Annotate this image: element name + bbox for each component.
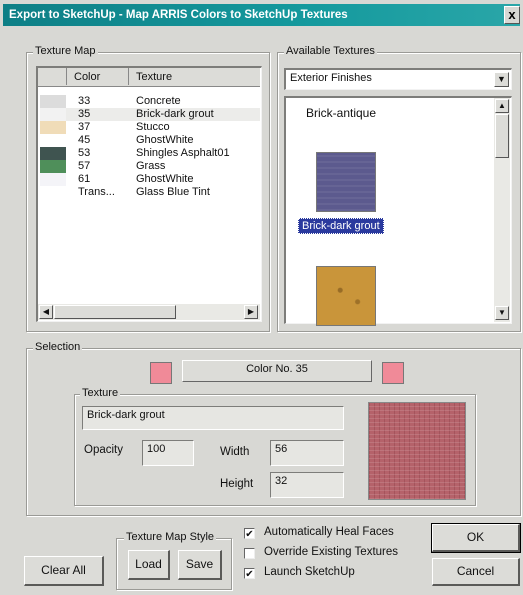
list-header: Color Texture	[38, 68, 260, 87]
texture-category-select[interactable]: Exterior Finishes ▼	[284, 68, 512, 90]
width-field[interactable]: 56	[270, 440, 344, 466]
texture-name-cell: Concrete	[136, 95, 181, 107]
table-row[interactable]: 57 Grass	[40, 160, 260, 173]
color-swatch	[40, 160, 66, 173]
column-divider	[128, 68, 129, 85]
color-swatch	[40, 173, 66, 186]
texture-name-cell: Brick-dark grout	[136, 108, 214, 120]
texture-name-cell: Grass	[136, 160, 166, 172]
texture-thumbnail-stucco[interactable]	[316, 266, 376, 326]
options-group: ✔ Automatically Heal Faces Override Exis…	[242, 526, 428, 586]
vscroll-thumb[interactable]	[495, 114, 509, 158]
chevron-down-icon[interactable]: ▼	[494, 72, 509, 87]
dialog-window: Export to SketchUp - Map ARRIS Colors to…	[0, 0, 523, 595]
texture-map-legend: Texture Map	[33, 45, 98, 57]
scroll-left-icon[interactable]: ◀	[39, 305, 53, 319]
width-value: 56	[275, 443, 288, 455]
texture-name-cell: Stucco	[136, 121, 170, 133]
load-button[interactable]: Load	[128, 550, 170, 580]
texture-category-value: Exterior Finishes	[290, 72, 372, 84]
table-row[interactable]: 35 Brick-dark grout	[40, 108, 260, 121]
color-number-label: Color No. 35	[246, 363, 308, 375]
table-row[interactable]: 37 Stucco	[40, 121, 260, 134]
selection-legend: Selection	[33, 341, 83, 353]
color-number-cell: 53	[78, 147, 91, 159]
clear-all-button[interactable]: Clear All	[24, 556, 104, 586]
available-textures-legend: Available Textures	[284, 45, 377, 57]
opacity-label: Opacity	[84, 444, 123, 456]
height-value: 32	[275, 475, 288, 487]
table-row[interactable]: 53 Shingles Asphalt01	[40, 147, 260, 160]
texture-legend: Texture	[80, 387, 121, 399]
title-bar[interactable]: Export to SketchUp - Map ARRIS Colors to…	[3, 4, 520, 26]
table-row[interactable]: 45 GhostWhite	[40, 134, 260, 147]
color-number-cell: 57	[78, 160, 91, 172]
height-field[interactable]: 32	[270, 472, 344, 498]
swatch-column-header[interactable]	[38, 68, 67, 85]
override-textures-checkbox[interactable]	[244, 548, 255, 559]
scroll-down-icon[interactable]: ▼	[495, 306, 509, 320]
texture-name-value: Brick-dark grout	[87, 409, 165, 421]
column-header-color[interactable]: Color	[74, 71, 100, 83]
texture-thumbnail-brick-dark-grout[interactable]	[316, 152, 376, 212]
save-button[interactable]: Save	[178, 550, 222, 580]
color-swatch	[40, 147, 66, 160]
texture-name-cell: GhostWhite	[136, 134, 194, 146]
window-title: Export to SketchUp - Map ARRIS Colors to…	[9, 9, 348, 21]
color-swatch-right	[382, 362, 404, 384]
color-number-cell: 61	[78, 173, 91, 185]
ok-button[interactable]: OK	[431, 523, 521, 553]
heal-faces-checkbox[interactable]: ✔	[244, 528, 255, 540]
color-number-button[interactable]: Color No. 35	[182, 360, 372, 382]
texture-map-list[interactable]: Color Texture 33 Concrete 35 Brick-dark gro…	[36, 66, 262, 322]
color-swatch	[40, 186, 66, 199]
hscroll-thumb[interactable]	[54, 305, 176, 319]
gallery-vscrollbar[interactable]: ▲ ▼	[494, 98, 510, 322]
table-row[interactable]: 33 Concrete	[40, 95, 260, 108]
override-textures-label[interactable]: Override Existing Textures	[264, 546, 398, 558]
gallery-item-selected-label[interactable]: Brick-dark grout	[298, 218, 384, 234]
color-number-cell: 33	[78, 95, 91, 107]
launch-sketchup-label[interactable]: Launch SketchUp	[264, 566, 355, 578]
color-number-cell: Trans...	[78, 186, 115, 198]
close-icon[interactable]: x	[504, 6, 520, 24]
texture-preview	[368, 402, 466, 500]
texture-map-hscrollbar[interactable]: ◀ ▶	[38, 304, 260, 320]
scroll-up-icon[interactable]: ▲	[495, 99, 509, 113]
width-label: Width	[220, 446, 250, 458]
color-swatch	[40, 121, 66, 134]
cancel-button[interactable]: Cancel	[432, 558, 520, 586]
table-row[interactable]: 61 GhostWhite	[40, 173, 260, 186]
color-swatch	[40, 95, 66, 108]
heal-faces-label[interactable]: Automatically Heal Faces	[264, 526, 394, 538]
texture-map-rows: 33 Concrete 35 Brick-dark grout 37 Stucco 45 Gh…	[40, 95, 260, 245]
texture-name-field[interactable]: Brick-dark grout	[82, 406, 344, 430]
scroll-right-icon[interactable]: ▶	[244, 305, 258, 319]
color-swatch-left	[150, 362, 172, 384]
texture-name-cell: Shingles Asphalt01	[136, 147, 230, 159]
color-number-cell: 45	[78, 134, 91, 146]
texture-name-cell: GhostWhite	[136, 173, 194, 185]
column-header-texture[interactable]: Texture	[136, 71, 172, 83]
height-label: Height	[220, 478, 254, 490]
opacity-value: 100	[147, 443, 166, 455]
opacity-field[interactable]: 100	[142, 440, 194, 466]
launch-sketchup-checkbox[interactable]: ✔	[244, 568, 255, 580]
color-number-cell: 35	[78, 108, 91, 120]
texture-gallery[interactable]: Brick-antique Brick-dark grout ▲ ▼	[284, 96, 512, 326]
table-row[interactable]: Trans... Glass Blue Tint	[40, 186, 260, 199]
gallery-item-label[interactable]: Brick-antique	[306, 106, 376, 120]
texture-name-cell: Glass Blue Tint	[136, 186, 210, 198]
texture-map-style-legend: Texture Map Style	[124, 531, 217, 543]
color-number-cell: 37	[78, 121, 91, 133]
color-swatch	[40, 134, 66, 147]
color-swatch	[40, 108, 66, 121]
